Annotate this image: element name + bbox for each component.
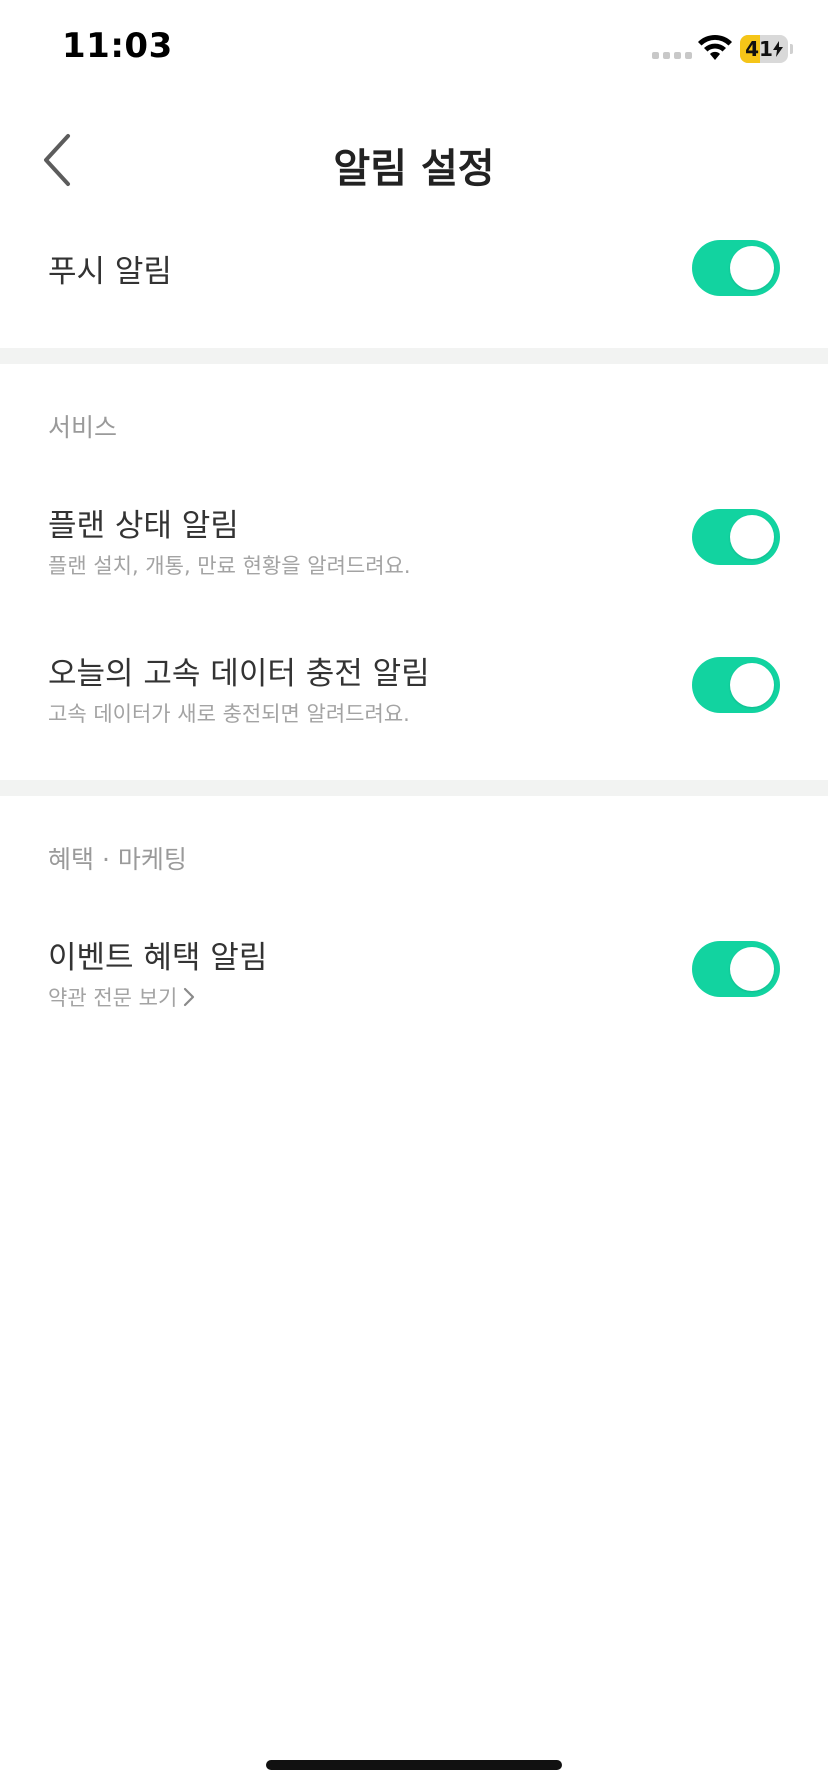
- push-notification-toggle[interactable]: [692, 240, 780, 296]
- data-charge-title: 오늘의 고속 데이터 충전 알림: [48, 656, 430, 692]
- home-indicator: [266, 1760, 562, 1770]
- plan-status-toggle[interactable]: [692, 509, 780, 565]
- toggle-knob: [730, 947, 774, 991]
- plan-status-row: 플랜 상태 알림 플랜 설치, 개통, 만료 현황을 알려드려요.: [0, 494, 828, 604]
- section-divider: [0, 348, 828, 364]
- battery-level: 41: [745, 37, 773, 61]
- terms-link-label: 약관 전문 보기: [48, 986, 178, 1010]
- terms-link[interactable]: 약관 전문 보기: [48, 982, 195, 1012]
- section-header-marketing: 혜택 · 마케팅: [48, 845, 187, 874]
- data-charge-subtitle: 고속 데이터가 새로 충전되면 알려드려요.: [48, 702, 410, 726]
- wifi-icon: [698, 34, 732, 60]
- event-benefit-title: 이벤트 혜택 알림: [48, 940, 268, 976]
- data-charge-toggle[interactable]: [692, 657, 780, 713]
- event-benefit-row: 이벤트 혜택 알림 약관 전문 보기: [0, 926, 828, 1036]
- toggle-knob: [730, 663, 774, 707]
- section-divider: [0, 780, 828, 796]
- toggle-knob: [730, 515, 774, 559]
- navigation-bar: 알림 설정: [0, 110, 828, 210]
- push-notification-row: 푸시 알림: [0, 226, 828, 312]
- push-notification-label: 푸시 알림: [48, 254, 172, 290]
- section-header-service: 서비스: [48, 413, 118, 442]
- cellular-dots-icon: [652, 52, 692, 59]
- battery-indicator: 41: [740, 35, 788, 63]
- battery-tip: [790, 44, 793, 54]
- plan-status-title: 플랜 상태 알림: [48, 508, 239, 544]
- event-benefit-toggle[interactable]: [692, 941, 780, 997]
- page-title: 알림 설정: [333, 146, 495, 192]
- data-charge-row: 오늘의 고속 데이터 충전 알림 고속 데이터가 새로 충전되면 알려드려요.: [0, 642, 828, 752]
- toggle-knob: [730, 246, 774, 290]
- status-time: 11:03: [62, 26, 173, 66]
- chevron-right-icon: [184, 987, 195, 1007]
- bolt-icon: [772, 41, 783, 57]
- plan-status-subtitle: 플랜 설치, 개통, 만료 현황을 알려드려요.: [48, 554, 411, 578]
- status-bar: 11:03 41: [0, 0, 828, 100]
